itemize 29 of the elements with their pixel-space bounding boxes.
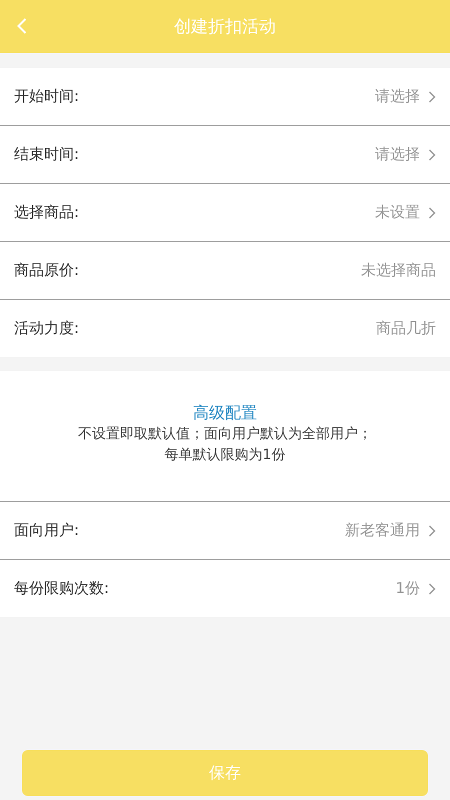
chevron-right-icon (428, 148, 436, 160)
form-row[interactable]: 选择商品: 未设置 (0, 183, 450, 241)
chevron-right-icon (428, 206, 436, 218)
row-value: 1份 (395, 579, 420, 598)
row-value: 商品几折 (376, 319, 436, 338)
back-icon (17, 18, 27, 34)
chevron-right-icon (428, 582, 436, 594)
row-value: 请选择 (375, 87, 420, 106)
row-label: 选择商品: (14, 203, 80, 222)
row-label: 每份限购次数: (14, 579, 110, 598)
form-row[interactable]: 每份限购次数: 1份 (0, 559, 450, 617)
row-label: 面向用户: (14, 521, 80, 540)
row-value: 未选择商品 (361, 261, 436, 280)
row-value: 未设置 (375, 203, 420, 222)
chevron-right-icon (428, 90, 436, 102)
section-title: 高级配置 (193, 403, 257, 424)
row-label: 商品原价: (14, 261, 80, 280)
row-label: 活动力度: (14, 319, 80, 338)
row-label: 开始时间: (14, 87, 80, 106)
note-text: 每单默认限购为1份 (164, 446, 286, 465)
note-text: 不设置即取默认值；面向用户默认为全部用户； (78, 425, 372, 444)
row-label: 结束时间: (14, 145, 80, 164)
chevron-right-icon (428, 524, 436, 536)
row-value: 请选择 (375, 145, 420, 164)
form-row[interactable]: 开始时间: 请选择 (0, 68, 450, 125)
page-title: 创建折扣活动 (174, 16, 276, 38)
form-row[interactable]: 结束时间: 请选择 (0, 125, 450, 183)
form-row[interactable]: 面向用户: 新老客通用 (0, 501, 450, 559)
row-value: 新老客通用 (345, 521, 420, 540)
